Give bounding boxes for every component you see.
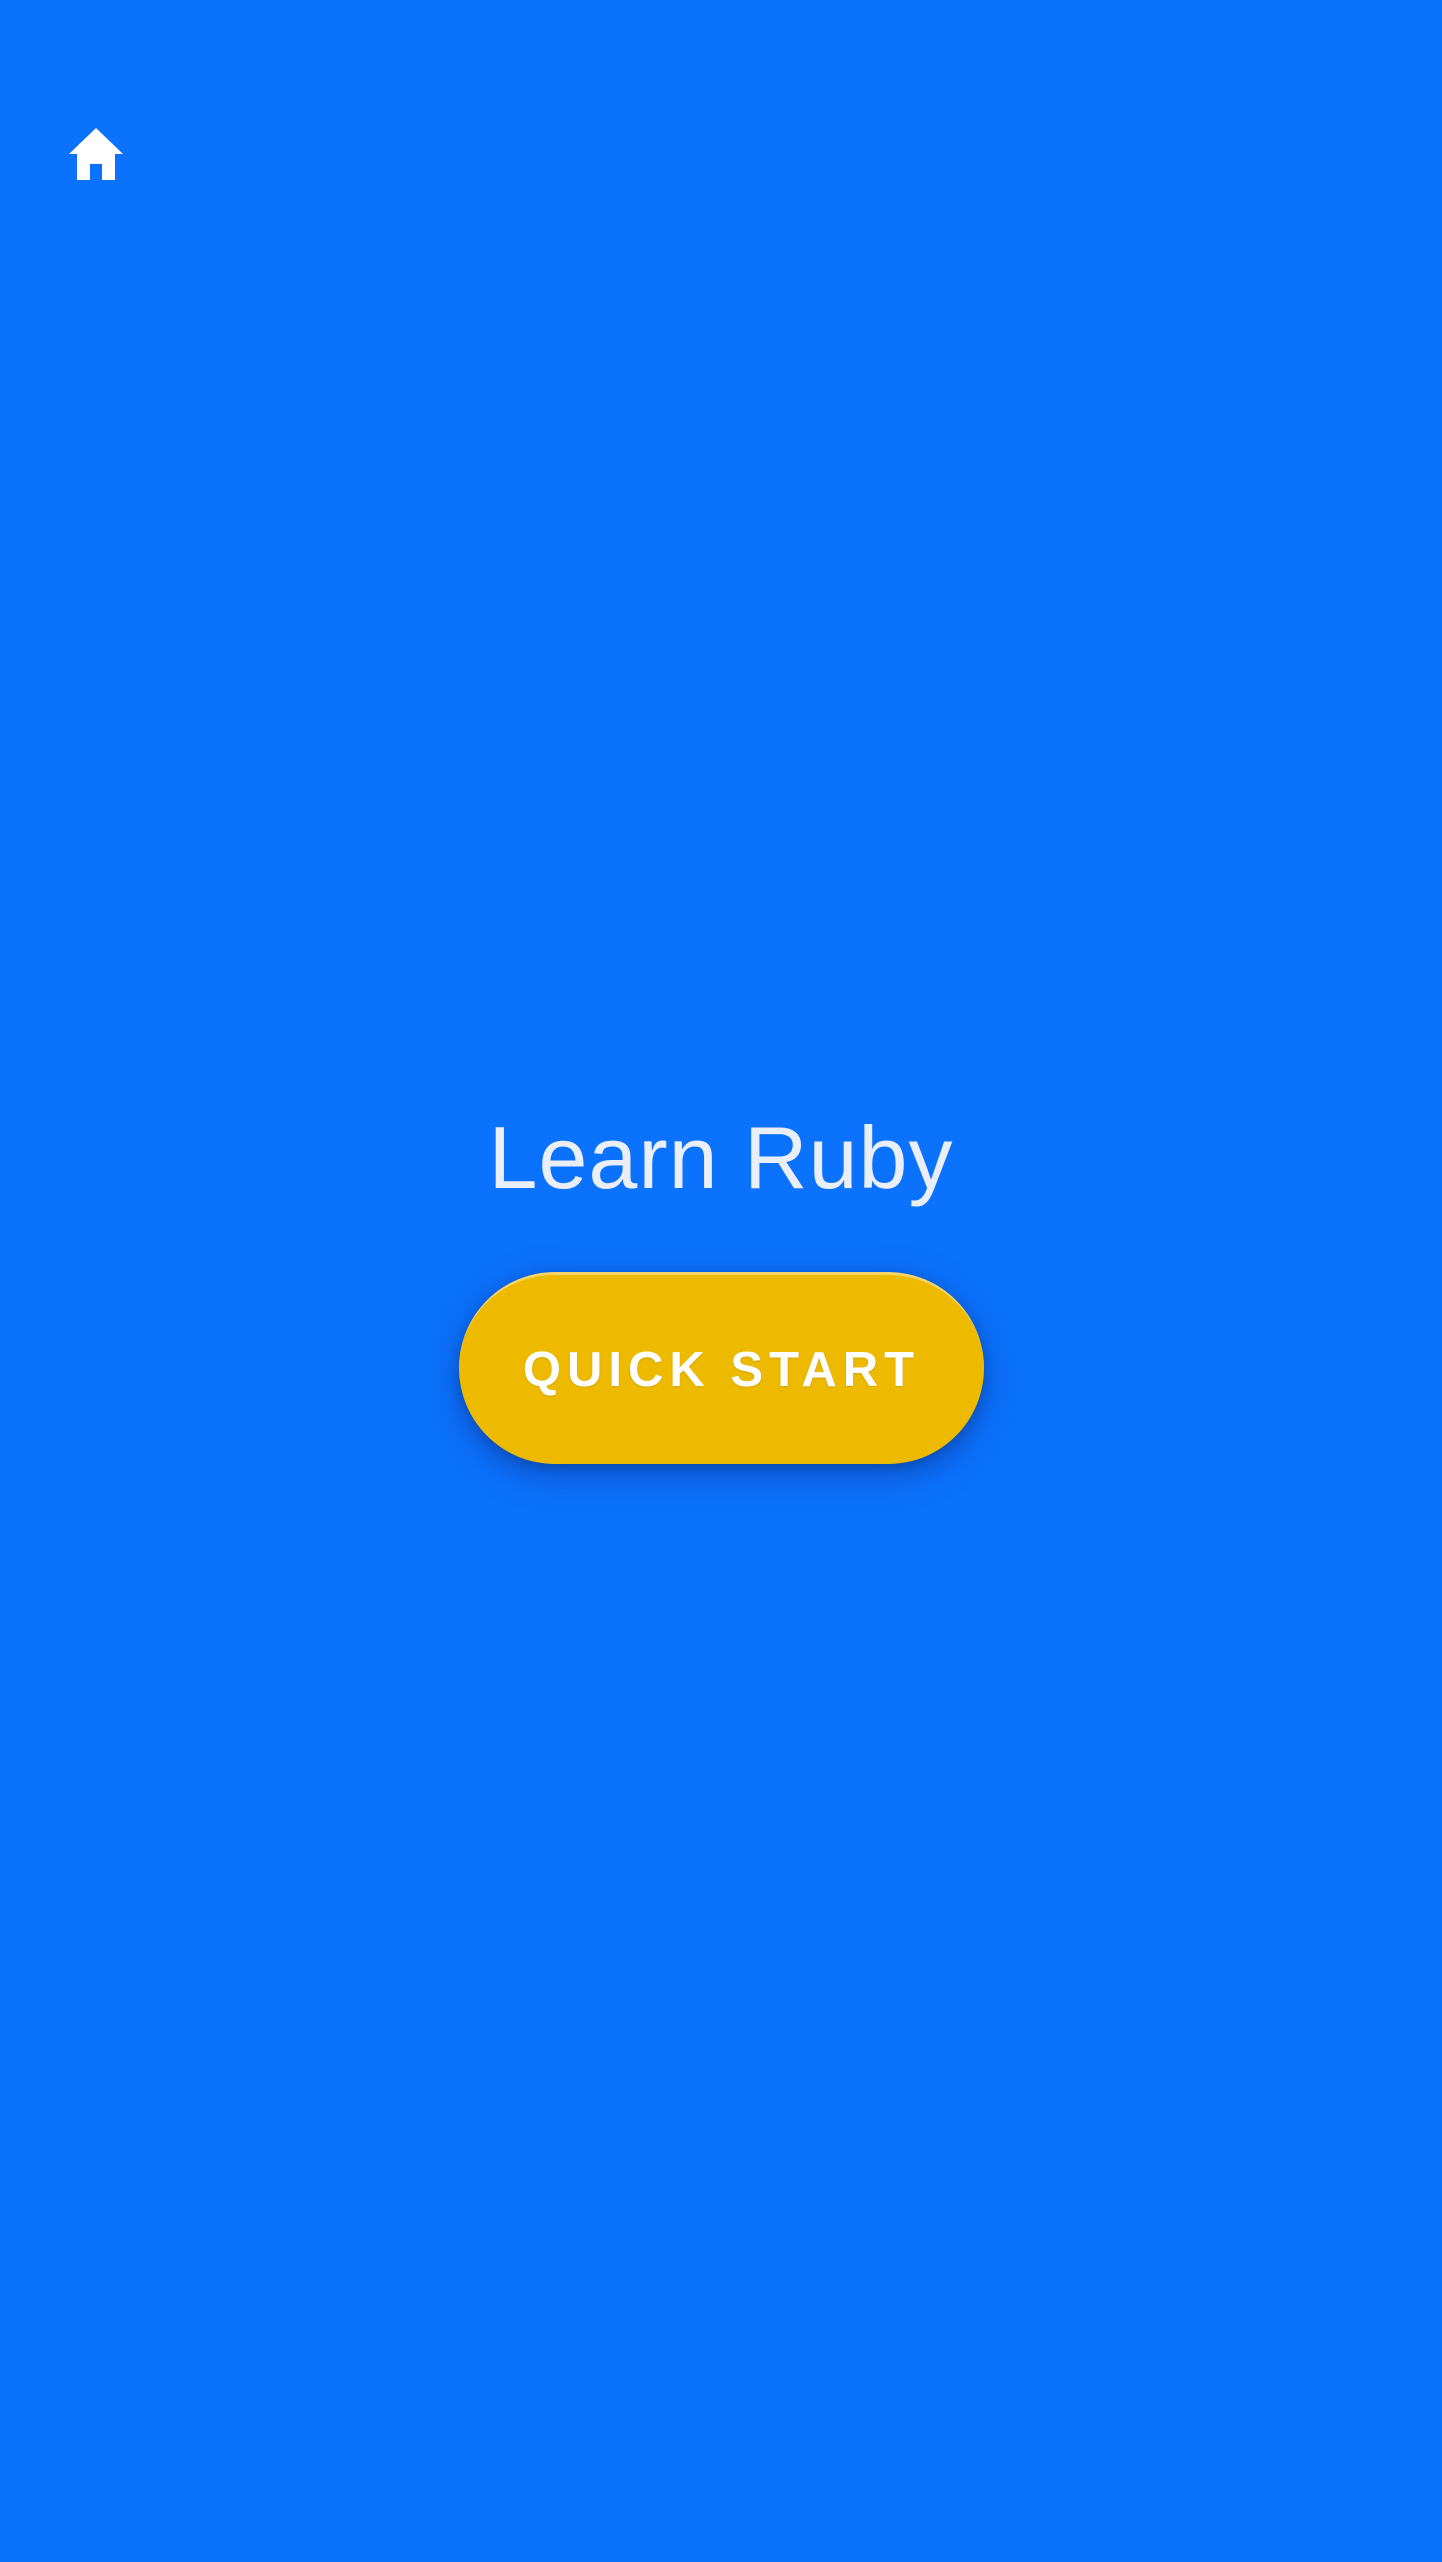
home-icon — [69, 128, 123, 180]
home-button[interactable] — [58, 116, 134, 192]
page-title: Learn Ruby — [488, 1108, 954, 1207]
quick-start-label: QUICK START — [522, 1342, 921, 1397]
app-screen: Learn Ruby QUICK START — [0, 0, 1442, 2562]
quick-start-button[interactable]: QUICK START — [459, 1272, 984, 1464]
